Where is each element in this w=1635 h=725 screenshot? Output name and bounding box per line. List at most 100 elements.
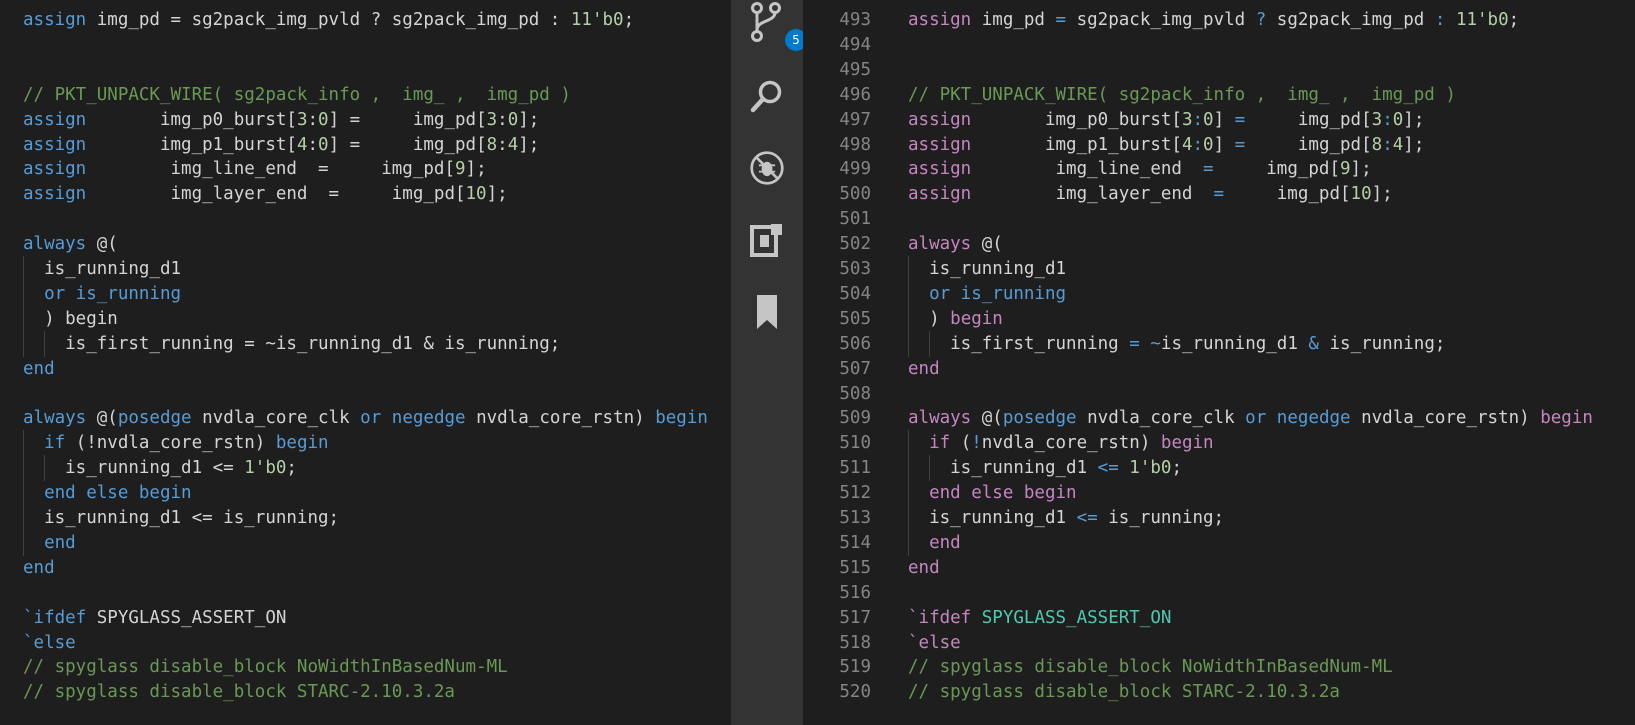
code-line[interactable] <box>0 206 731 232</box>
code-text: // spyglass disable_block NoWidthInBased… <box>908 654 1393 680</box>
source-control-badge: 5 <box>785 29 803 51</box>
code-line[interactable]: 512 end else begin <box>803 480 1635 507</box>
code-token: @( <box>86 408 118 429</box>
code-line[interactable] <box>0 32 731 58</box>
code-line[interactable]: 505 ) begin <box>803 305 1635 332</box>
code-token: nvdla_core_clk <box>191 408 361 429</box>
code-line[interactable]: assign img_layer_end = img_pd[10]; <box>0 181 731 207</box>
code-token: ]; <box>518 109 540 130</box>
code-line[interactable]: or is_running <box>0 280 731 307</box>
code-token: `else <box>23 632 76 653</box>
code-line[interactable]: end <box>0 356 731 382</box>
code-token: // PKT_UNPACK_WIRE( sg2pack_info , img_ … <box>23 84 571 105</box>
code-line[interactable]: assign img_line_end = img_pd[9]; <box>0 156 731 182</box>
code-token: @( <box>971 234 1003 255</box>
code-line[interactable]: assign img_p1_burst[4:0] = img_pd[8:4]; <box>0 132 731 158</box>
code-line[interactable]: assign img_pd = sg2pack_img_pvld ? sg2pa… <box>0 7 731 33</box>
code-line[interactable]: ) begin <box>0 305 731 332</box>
code-line[interactable]: is_running_d1 <= 1'b0; <box>0 455 731 482</box>
code-token: ( <box>950 433 972 454</box>
code-token: end else begin <box>44 483 192 504</box>
code-line[interactable]: 495 <box>803 57 1635 83</box>
code-token: img_line_end = img_pd[ <box>86 159 455 180</box>
code-token: ] = img_pd[ <box>328 109 487 130</box>
code-text: end <box>908 356 940 382</box>
code-line[interactable]: 518 `else <box>803 630 1635 656</box>
code-token: is_running_d1 <= <box>23 458 245 479</box>
extensions-icon[interactable] <box>749 222 785 258</box>
code-line[interactable]: 517 `ifdef SPYGLASS_ASSERT_ON <box>803 605 1635 631</box>
code-text: end <box>908 555 940 581</box>
code-line[interactable]: is_running_d1 <box>0 256 731 282</box>
code-token: img_p0_burst[ <box>971 109 1182 130</box>
code-line[interactable]: 510 if (!nvdla_core_rstn) begin <box>803 430 1635 457</box>
code-token: ; <box>623 10 635 30</box>
code-line[interactable]: is_first_running = ~is_running_d1 & is_r… <box>0 330 731 357</box>
code-line[interactable]: 506 is_first_running = ~is_running_d1 & … <box>803 330 1635 357</box>
code-line[interactable]: 514 end <box>803 529 1635 556</box>
code-line[interactable]: 507 end <box>803 356 1635 382</box>
code-token: // PKT_UNPACK_WIRE( sg2pack_info , img_ … <box>908 84 1456 105</box>
code-token: // spyglass disable_block STARC-2.10.3.2… <box>908 682 1340 703</box>
code-line[interactable]: always @(posedge nvdla_core_clk or neged… <box>0 405 731 431</box>
code-token: SPYGLASS_ASSERT_ON <box>981 607 1172 628</box>
code-line[interactable]: `else <box>0 630 731 656</box>
code-line[interactable]: 513 is_running_d1 <= is_running; <box>803 505 1635 531</box>
code-line[interactable]: end else begin <box>0 480 731 507</box>
code-line[interactable]: 519 // spyglass disable_block NoWidthInBa… <box>803 654 1635 680</box>
code-text: ) begin <box>908 306 1003 332</box>
code-token: @( <box>86 234 118 255</box>
code-line[interactable]: end <box>0 529 731 556</box>
code-text: // spyglass disable_block STARC-2.10.3.2… <box>908 679 1340 705</box>
code-token: 11'b0 <box>570 10 624 30</box>
code-token: is_running_d1 <box>908 259 1067 279</box>
code-line[interactable]: is_running_d1 <= is_running; <box>0 505 731 531</box>
bookmark-icon[interactable] <box>749 294 785 330</box>
search-icon[interactable] <box>749 78 785 114</box>
code-text: assign img_p1_burst[4:0] = img_pd[8:4]; <box>908 132 1424 158</box>
code-line[interactable]: 496 // PKT_UNPACK_WIRE( sg2pack_info , im… <box>803 82 1635 108</box>
code-line[interactable]: // spyglass disable_block STARC-2.10.3.2… <box>0 679 731 705</box>
code-token: 0 <box>318 109 329 130</box>
code-text: end <box>23 530 76 556</box>
code-line[interactable]: 500 assign img_layer_end = img_pd[10]; <box>803 181 1635 207</box>
code-line[interactable] <box>0 381 731 407</box>
code-line[interactable]: 498 assign img_p1_burst[4:0] = img_pd[8:4… <box>803 132 1635 158</box>
code-line[interactable]: if (!nvdla_core_rstn) begin <box>0 430 731 457</box>
code-line[interactable]: assign img_p0_burst[3:0] = img_pd[3:0]; <box>0 107 731 133</box>
code-line[interactable]: 497 assign img_p0_burst[3:0] = img_pd[3:0… <box>803 107 1635 133</box>
code-line[interactable] <box>0 57 731 83</box>
right-editor-pane[interactable]: 493 assign img_pd = sg2pack_img_pvld ? sg… <box>803 0 1635 725</box>
code-line[interactable]: always @( <box>0 231 731 257</box>
line-number: 513 <box>839 508 871 528</box>
code-line[interactable]: 499 assign img_line_end = img_pd[9]; <box>803 156 1635 182</box>
code-line[interactable]: `ifdef SPYGLASS_ASSERT_ON <box>0 605 731 631</box>
code-line[interactable]: // spyglass disable_block NoWidthInBased… <box>0 654 731 680</box>
code-line[interactable]: 502 always @( <box>803 231 1635 257</box>
code-token: ! <box>971 433 982 454</box>
source-control-icon[interactable]: 5 <box>749 2 803 51</box>
code-line[interactable]: 511 is_running_d1 <= 1'b0; <box>803 455 1635 482</box>
code-line[interactable]: 516 <box>803 580 1635 606</box>
code-line[interactable]: 501 <box>803 206 1635 232</box>
code-line[interactable]: 493 assign img_pd = sg2pack_img_pvld ? sg… <box>803 7 1635 33</box>
code-line[interactable]: 504 or is_running <box>803 280 1635 307</box>
code-token: `ifdef <box>23 607 87 628</box>
code-line[interactable]: 520 // spyglass disable_block STARC-2.10.… <box>803 679 1635 705</box>
code-line[interactable]: end <box>0 555 731 581</box>
code-line[interactable]: 509 always @(posedge nvdla_core_clk or ne… <box>803 405 1635 431</box>
code-line[interactable]: 503 is_running_d1 <box>803 256 1635 282</box>
left-editor-pane[interactable]: assign img_pd = sg2pack_img_pvld ? sg2pa… <box>0 0 731 725</box>
code-line[interactable]: // PKT_UNPACK_WIRE( sg2pack_info , img_ … <box>0 82 731 108</box>
code-text: or is_running <box>908 281 1066 307</box>
code-line[interactable]: 508 <box>803 381 1635 407</box>
code-line[interactable]: 515 end <box>803 555 1635 581</box>
code-text: end <box>908 530 961 556</box>
code-line[interactable] <box>0 580 731 606</box>
code-token: assign <box>23 134 87 155</box>
code-line[interactable]: 494 <box>803 32 1635 58</box>
debug-icon[interactable] <box>749 150 785 186</box>
